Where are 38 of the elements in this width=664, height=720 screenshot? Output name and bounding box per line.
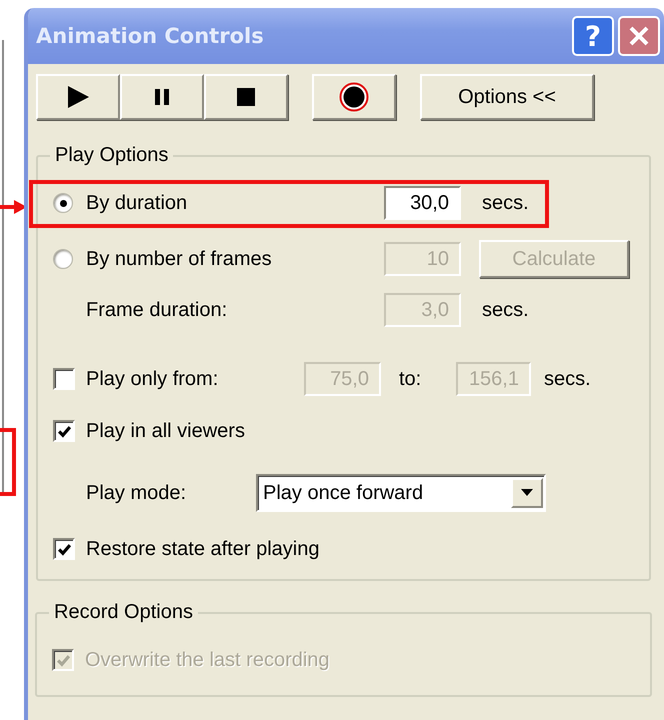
- option-label: Overwrite the last recording: [85, 648, 330, 672]
- checkbox[interactable]: [53, 420, 75, 442]
- play-mode-dropdown[interactable]: Play once forward: [256, 474, 546, 512]
- field-label: Play mode:: [85, 482, 188, 504]
- pause-icon: [153, 88, 171, 106]
- option-label: Restore state after playing: [86, 538, 320, 560]
- unit-label: secs.: [544, 368, 591, 390]
- check-icon: [56, 424, 72, 438]
- close-icon: [628, 25, 650, 47]
- play-button[interactable]: [36, 74, 120, 120]
- stop-button[interactable]: [204, 74, 288, 120]
- play-icon: [65, 84, 91, 110]
- group-legend: Record Options: [49, 601, 198, 624]
- group-legend: Play Options: [50, 144, 174, 167]
- field-label: to:: [399, 368, 422, 390]
- pause-button[interactable]: [120, 74, 204, 120]
- options-button[interactable]: Options <<: [420, 74, 594, 120]
- stop-icon: [237, 88, 255, 106]
- radio-button[interactable]: [53, 193, 73, 213]
- record-button[interactable]: [312, 74, 396, 120]
- option-label: Play in all viewers: [86, 420, 245, 442]
- record-icon: [339, 82, 369, 112]
- window-title: Animation Controls: [36, 24, 265, 48]
- checkbox[interactable]: [53, 538, 75, 560]
- check-icon: [56, 542, 72, 556]
- check-icon: [56, 652, 70, 668]
- close-button[interactable]: [618, 16, 660, 56]
- option-label: By number of frames: [86, 248, 273, 270]
- input-field[interactable]: 30,0: [384, 186, 461, 220]
- help-button[interactable]: ?: [572, 16, 614, 56]
- annotation-bracket: [0, 428, 16, 496]
- field-label: Frame duration:: [85, 298, 228, 322]
- unit-label: secs.: [482, 298, 529, 322]
- unit-label: secs.: [482, 192, 529, 214]
- dropdown-button[interactable]: [511, 478, 543, 508]
- option-label: By duration: [86, 192, 188, 214]
- caret-icon: [521, 489, 533, 497]
- option-label: Play only from:: [86, 368, 220, 390]
